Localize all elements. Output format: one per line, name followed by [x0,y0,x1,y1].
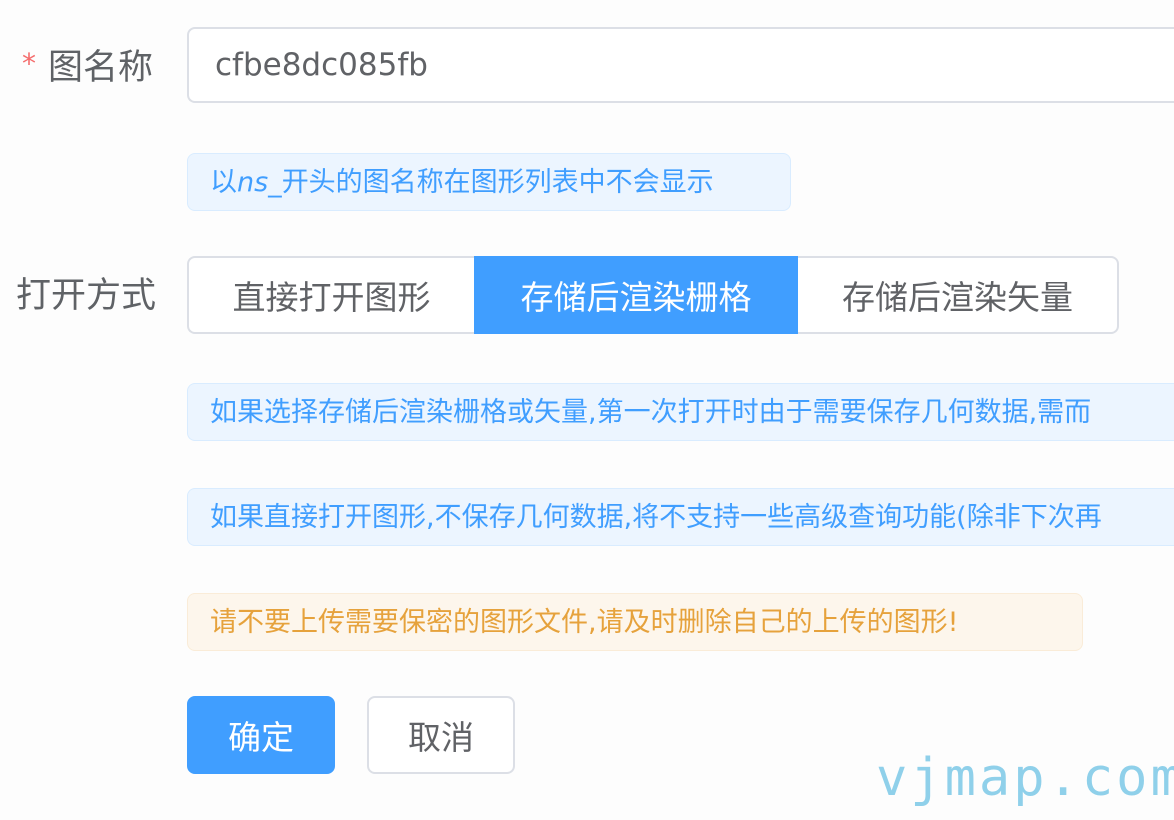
open-mode-label: 打开方式 [16,276,157,316]
confidential-warning-alert: 请不要上传需要保密的图形文件,请及时删除自己的上传的图形! [187,593,1083,651]
open-mode-direct[interactable]: 直接打开图形 [187,256,474,334]
name-hint-alert: 以ns_开头的图名称在图形列表中不会显示 [187,153,791,211]
cancel-button[interactable]: 取消 [367,696,515,774]
watermark: vjmap.com [876,748,1174,808]
required-asterisk: * [22,47,36,80]
upload-dialog-form: * 图名称 以ns_开头的图名称在图形列表中不会显示 打开方式 直接打开图形 存储… [0,0,1174,820]
name-label-row: * 图名称 [22,50,153,86]
open-mode-raster[interactable]: 存储后渲染栅格 [474,256,798,334]
confirm-button[interactable]: 确定 [187,696,335,774]
render-info-alert: 如果选择存储后渲染栅格或矢量,第一次打开时由于需要保存几何数据,需而 [187,383,1174,441]
name-label: 图名称 [48,48,154,88]
open-mode-radio-group: 直接打开图形 存储后渲染栅格 存储后渲染矢量 [187,256,1119,334]
name-hint-prefix-code: ns_ [237,167,282,198]
name-hint-prefix: 以 [210,167,237,198]
open-mode-vector[interactable]: 存储后渲染矢量 [798,256,1119,334]
name-hint-text: 开头的图名称在图形列表中不会显示 [281,167,714,198]
direct-open-info-alert: 如果直接打开图形,不保存几何数据,将不支持一些高级查询功能(除非下次再 [187,488,1174,546]
drawing-name-input[interactable] [187,27,1174,103]
